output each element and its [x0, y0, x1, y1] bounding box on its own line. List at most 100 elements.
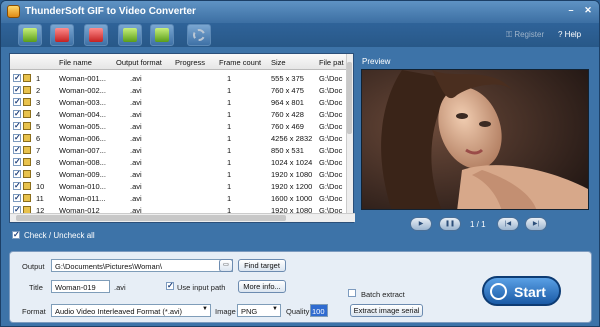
first-frame-button[interactable]: |◀: [497, 217, 519, 231]
table-row[interactable]: 6 Woman-006... .avi 1 4256 x 2832 G:\Doc: [10, 132, 347, 144]
batch-extract-checkbox[interactable]: [348, 289, 356, 297]
remove-button[interactable]: [84, 24, 108, 46]
row-checkbox[interactable]: [13, 169, 21, 178]
table-row[interactable]: 3 Woman-003... .avi 1 964 x 801 G:\Doc: [10, 96, 347, 108]
size-cell: 850 x 531: [271, 146, 304, 155]
row-checkbox[interactable]: [13, 109, 21, 118]
check-all-toggle[interactable]: Check / Uncheck all: [12, 230, 95, 240]
chevron-down-icon: ▼: [272, 306, 278, 312]
register-link[interactable]: ⚿ Register: [506, 30, 544, 40]
col-output-format[interactable]: Output format: [116, 58, 162, 67]
find-target-button[interactable]: Find target: [238, 259, 286, 272]
vertical-scroll-thumb[interactable]: [347, 62, 352, 134]
row-checkbox[interactable]: [13, 121, 21, 130]
table-row[interactable]: 11 Woman-011... .avi 1 1600 x 1000 G:\Doc: [10, 192, 347, 204]
add-folder-button[interactable]: [50, 24, 74, 46]
size-cell: 760 x 475: [271, 86, 304, 95]
gear-icon: [193, 29, 205, 41]
table-row[interactable]: 5 Woman-005... .avi 1 760 x 469 G:\Doc: [10, 120, 347, 132]
gif-file-icon: [23, 86, 31, 94]
row-checkbox[interactable]: [13, 73, 21, 82]
file-path-cell: G:\Doc: [319, 98, 343, 107]
frame-count-cell: 1: [227, 122, 232, 131]
vertical-scrollbar[interactable]: [346, 54, 353, 214]
table-row[interactable]: 4 Woman-004... .avi 1 760 x 428 G:\Doc: [10, 108, 347, 120]
row-checkbox[interactable]: [13, 157, 21, 166]
close-icon[interactable]: ✕: [581, 4, 595, 18]
move-down-button[interactable]: [150, 24, 174, 46]
row-number: 5: [36, 122, 41, 131]
use-input-path-label: Use input path: [177, 283, 226, 292]
table-row[interactable]: 7 Woman-007... .avi 1 850 x 531 G:\Doc: [10, 144, 347, 156]
file-name-cell: Woman-009...: [59, 170, 106, 179]
pause-button[interactable]: ❚❚: [439, 217, 461, 231]
extract-image-serial-button[interactable]: Extract image serial: [350, 304, 423, 317]
output-format-cell: .avi: [130, 158, 142, 167]
row-number: 1: [36, 74, 41, 83]
row-number: 11: [36, 194, 44, 203]
gif-file-icon: [23, 74, 31, 82]
col-file-path[interactable]: File pat: [319, 58, 344, 67]
app-logo-icon: [7, 5, 20, 18]
file-path-cell: G:\Doc: [319, 86, 343, 95]
table-row[interactable]: 8 Woman-008... .avi 1 1024 x 1024 G:\Doc: [10, 156, 347, 168]
horizontal-scrollbar[interactable]: [10, 213, 355, 222]
row-checkbox[interactable]: [13, 85, 21, 94]
minimize-icon[interactable]: –: [564, 4, 578, 18]
image-label: Image: [215, 307, 236, 316]
last-frame-button[interactable]: ▶|: [525, 217, 547, 231]
file-path-cell: G:\Doc: [319, 122, 343, 131]
output-path-field[interactable]: G:\Documents\Pictures\Woman\: [51, 259, 233, 272]
row-number: 6: [36, 134, 41, 143]
gif-file-icon: [23, 134, 31, 142]
settings-button[interactable]: [187, 24, 211, 46]
gif-file-icon: [23, 122, 31, 130]
check-all-checkbox[interactable]: [12, 230, 20, 239]
frame-count-cell: 1: [227, 74, 232, 83]
format-select[interactable]: Audio Video Interleaved Format (*.avi) ▼: [51, 304, 211, 317]
play-button[interactable]: ▶: [410, 217, 432, 231]
move-up-button[interactable]: [118, 24, 142, 46]
row-checkbox[interactable]: [13, 97, 21, 106]
file-name-cell: Woman-011...: [59, 194, 106, 203]
browse-folder-icon[interactable]: ▭: [219, 259, 233, 272]
row-checkbox[interactable]: [13, 193, 21, 202]
table-row[interactable]: 9 Woman-009... .avi 1 1920 x 1080 G:\Doc: [10, 168, 347, 180]
table-row[interactable]: 1 Woman-001... .avi 1 555 x 375 G:\Doc: [10, 72, 347, 84]
title-field[interactable]: Woman-019: [51, 280, 110, 293]
col-progress[interactable]: Progress: [175, 58, 205, 67]
image-format-select[interactable]: PNG ▼: [237, 304, 281, 317]
size-cell: 1920 x 1200: [271, 182, 313, 191]
output-format-cell: .avi: [130, 134, 142, 143]
col-frame-count[interactable]: Frame count: [219, 58, 261, 67]
row-checkbox[interactable]: [13, 133, 21, 142]
frame-count-cell: 1: [227, 110, 232, 119]
move-up-icon: [123, 28, 137, 42]
output-format-cell: .avi: [130, 194, 142, 203]
start-label: Start: [514, 284, 546, 300]
output-format-cell: .avi: [130, 122, 142, 131]
frame-count-cell: 1: [227, 194, 232, 203]
file-list[interactable]: File name Output format Progress Frame c…: [9, 53, 355, 223]
preview-photo: [362, 70, 588, 209]
size-cell: 1600 x 1000: [271, 194, 313, 203]
help-link[interactable]: ? Help: [558, 30, 581, 39]
quality-field[interactable]: 100: [310, 304, 328, 317]
frame-count-cell: 1: [227, 146, 232, 155]
file-path-cell: G:\Doc: [319, 158, 343, 167]
col-file-name[interactable]: File name: [59, 58, 92, 67]
more-info-button[interactable]: More info...: [238, 280, 286, 293]
output-format-cell: .avi: [130, 182, 142, 191]
add-folder-icon: [55, 28, 69, 42]
table-row[interactable]: 2 Woman-002... .avi 1 760 x 475 G:\Doc: [10, 84, 347, 96]
start-button[interactable]: Start: [482, 276, 561, 306]
use-input-path-checkbox[interactable]: [166, 281, 174, 290]
horizontal-scroll-thumb[interactable]: [16, 215, 286, 221]
row-checkbox[interactable]: [13, 145, 21, 154]
add-files-button[interactable]: [18, 24, 42, 46]
frame-count-cell: 1: [227, 98, 232, 107]
row-checkbox[interactable]: [13, 181, 21, 190]
col-size[interactable]: Size: [271, 58, 286, 67]
table-row[interactable]: 10 Woman-010... .avi 1 1920 x 1200 G:\Doc: [10, 180, 347, 192]
frame-count-cell: 1: [227, 134, 232, 143]
